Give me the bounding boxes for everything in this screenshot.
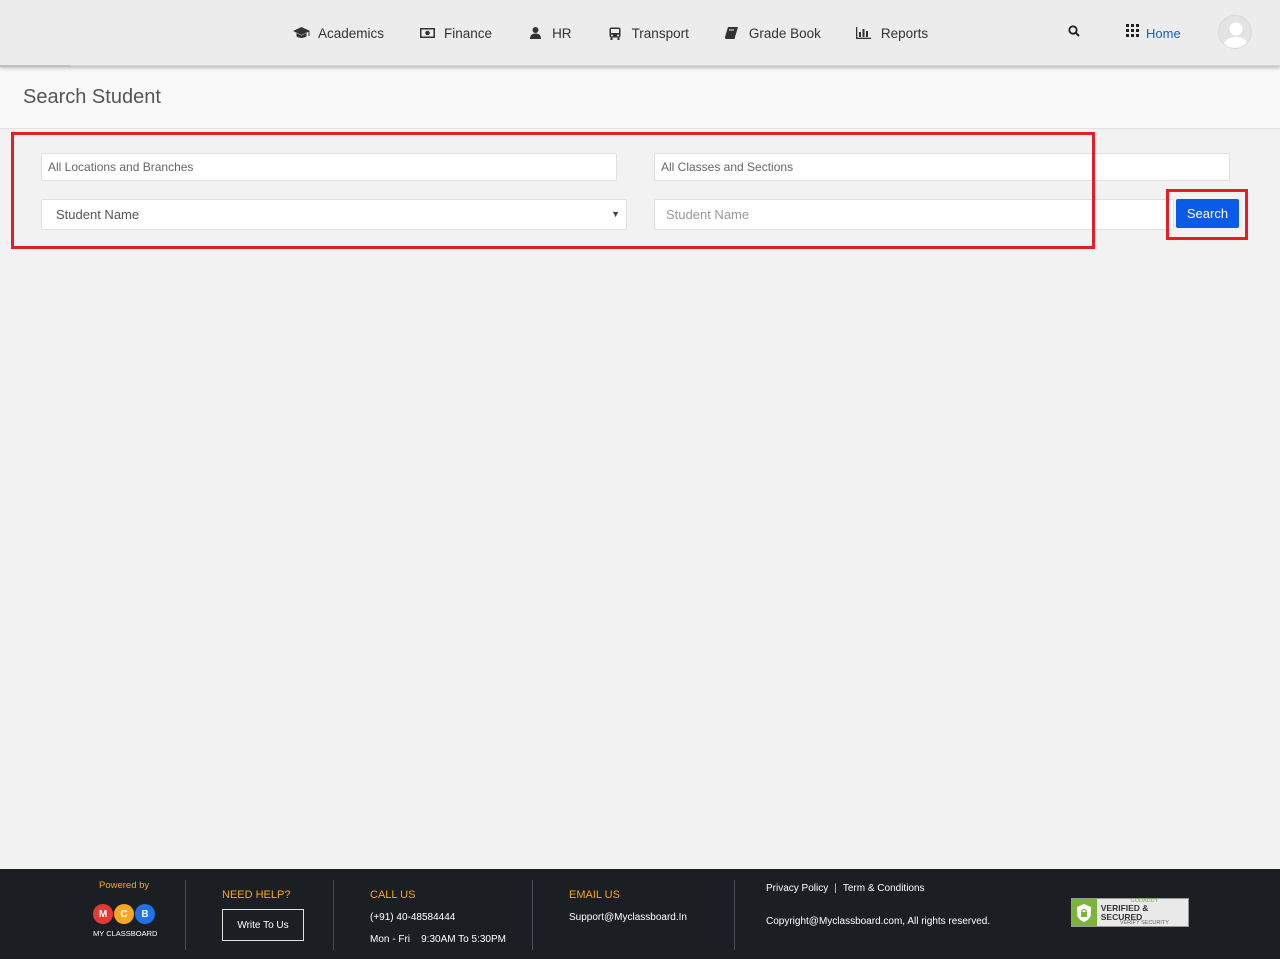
search-by-dropdown[interactable]: Student Name ▼ — [41, 199, 627, 230]
privacy-policy-link[interactable]: Privacy Policy — [766, 883, 828, 894]
footer-divider — [532, 880, 533, 950]
nav-label: HR — [552, 25, 572, 41]
footer-divider — [734, 880, 735, 950]
student-name-input[interactable] — [654, 199, 1174, 230]
support-email-link[interactable]: Support@Myclassboard.In — [569, 912, 687, 923]
money-icon — [418, 26, 436, 40]
nav-label: Reports — [880, 25, 929, 41]
apps-grid-icon — [1126, 24, 1139, 42]
nav-item-reports[interactable]: Reports — [855, 0, 928, 66]
nav-item-hr[interactable]: HR — [526, 0, 572, 66]
search-icon — [1068, 24, 1080, 42]
bar-chart-icon — [855, 26, 873, 40]
footer-divider — [333, 880, 334, 950]
global-search-button[interactable] — [1068, 0, 1080, 66]
terms-link[interactable]: Term & Conditions — [843, 883, 925, 894]
main-nav: Academics Finance HR Transport Grade Boo… — [292, 0, 962, 66]
office-hours: Mon - Fri 9:30AM To 5:30PM — [370, 934, 506, 945]
search-by-value: Student Name — [56, 207, 140, 222]
class-section-select[interactable]: All Classes and Sections — [654, 153, 1230, 181]
nav-item-transport[interactable]: Transport — [606, 0, 689, 66]
user-icon — [526, 26, 544, 40]
nav-label: Academics — [318, 25, 385, 41]
avatar-placeholder-icon — [1223, 22, 1249, 48]
logo-letter-b: B — [135, 904, 155, 924]
write-to-us-button[interactable]: Write To Us — [222, 909, 304, 941]
footer-divider — [185, 880, 186, 950]
caret-down-icon: ▼ — [611, 209, 620, 219]
nav-label: Transport — [631, 25, 689, 41]
home-label: Home — [1146, 25, 1181, 41]
logo-caption: MY CLASSBOARD — [93, 929, 158, 938]
lock-shield-icon — [1072, 899, 1097, 926]
bus-icon — [606, 26, 624, 40]
page-title: Search Student — [23, 86, 161, 108]
page-header: Search Student — [0, 67, 1280, 129]
badge-subtitle: VERIFY SECURITY — [1119, 920, 1169, 926]
call-us-heading: CALL US — [370, 889, 416, 901]
highlight-box-form — [11, 132, 1095, 249]
location-branch-select[interactable]: All Locations and Branches — [41, 153, 617, 181]
book-icon — [723, 26, 741, 40]
godaddy-security-badge[interactable]: GODADDY VERIFIED & SECURED VERIFY SECURI… — [1071, 898, 1189, 927]
nav-item-finance[interactable]: Finance — [418, 0, 492, 66]
search-button[interactable]: Search — [1176, 199, 1239, 228]
navbar-accent-line — [0, 65, 70, 67]
graduation-cap-icon — [292, 26, 310, 40]
need-help-heading: NEED HELP? — [222, 889, 291, 901]
nav-item-academics[interactable]: Academics — [292, 0, 384, 66]
logo-letter-m: M — [93, 904, 113, 924]
home-link[interactable]: Home — [1126, 0, 1181, 66]
phone-number: (+91) 40-48584444 — [370, 912, 456, 923]
powered-by-label: Powered by — [99, 880, 150, 891]
email-us-heading: EMAIL US — [569, 889, 620, 901]
nav-label: Finance — [444, 25, 493, 41]
copyright-text: Copyright@Myclassboard.com, All rights r… — [766, 916, 991, 927]
logo-letter-c: C — [114, 904, 134, 924]
footer: Powered by M C B MY CLASSBOARD NEED HELP… — [0, 869, 1280, 959]
nav-label: Grade Book — [748, 25, 821, 41]
nav-item-grade-book[interactable]: Grade Book — [723, 0, 821, 66]
link-separator: | — [834, 883, 837, 894]
myclassboard-logo: M C B — [93, 904, 156, 924]
user-avatar[interactable] — [1218, 15, 1252, 49]
top-navbar: Academics Finance HR Transport Grade Boo… — [0, 0, 1280, 67]
badge-title: VERIFIED & SECURED — [1100, 903, 1149, 922]
footer-links: Privacy Policy | Term & Conditions — [766, 883, 925, 894]
